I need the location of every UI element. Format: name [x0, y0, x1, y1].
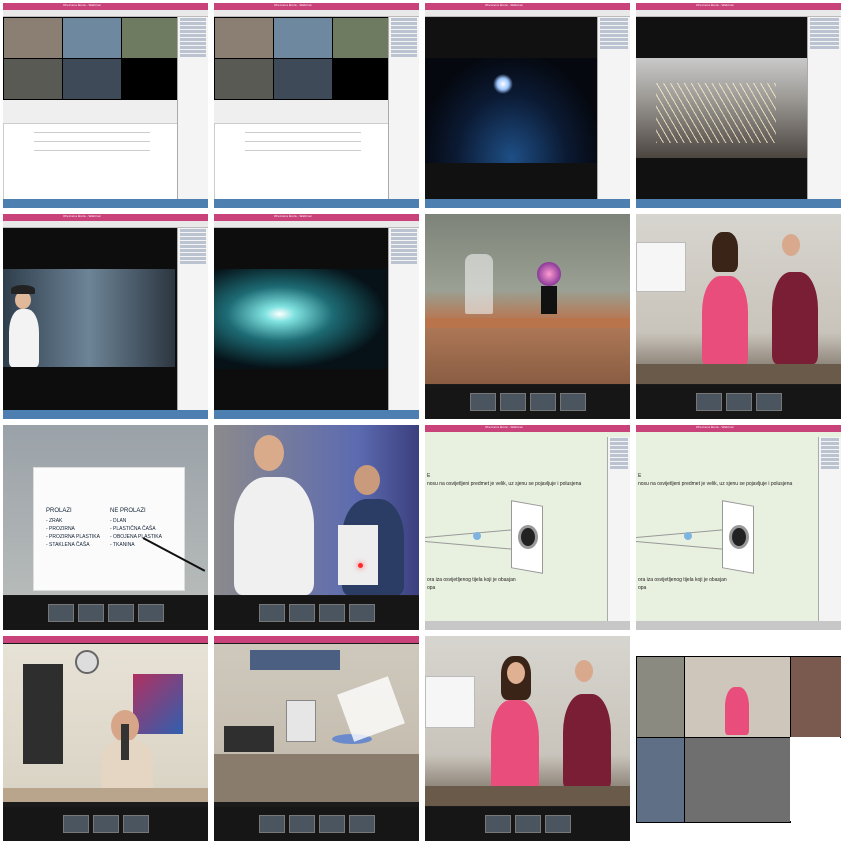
toolbar [425, 10, 630, 17]
attendee-list [388, 228, 419, 410]
title-bar [214, 636, 419, 643]
participant-thumbnails[interactable] [214, 596, 419, 630]
taskbar [214, 199, 419, 208]
camera-feed [332, 17, 392, 59]
camera-feed [273, 17, 333, 59]
title-bar: Otvorena škola - Webinar [425, 425, 630, 432]
tile-slide-shadow-1[interactable]: Otvorena škola - Webinar E nosu na osvij… [425, 425, 630, 630]
camera-feed [332, 58, 392, 100]
camera-feed [3, 58, 63, 100]
title-bar: Otvorena škola - Webinar [214, 214, 419, 221]
toolbar [214, 221, 419, 228]
tile-webinar-1[interactable]: Otvorena škola - Webinar [3, 3, 208, 208]
chat-panel [214, 123, 392, 201]
slide-corner: E [427, 473, 431, 479]
camera-view [425, 214, 630, 384]
taskbar [3, 410, 208, 419]
video-player [636, 58, 808, 158]
taskbar [3, 199, 208, 208]
camera-feed [214, 17, 274, 59]
slide-line-3: opa [427, 585, 436, 591]
tile-live-poster[interactable]: PROLAZI - ZRAK - PROZIRNA - PROZIRNA PLA… [3, 425, 208, 630]
camera-feed [273, 58, 333, 100]
participant-thumbnails[interactable] [425, 385, 630, 419]
participant-thumbnails[interactable] [214, 807, 419, 841]
camera-view [425, 636, 630, 806]
poster-sheet: PROLAZI - ZRAK - PROZIRNA - PROZIRNA PLA… [33, 467, 185, 591]
camera-view: PROLAZI - ZRAK - PROZIRNA - PROZIRNA PLA… [3, 425, 208, 595]
tile-video-rock[interactable]: Otvorena škola - Webinar [636, 3, 841, 208]
tile-webinar-2[interactable]: Otvorena škola - Webinar [214, 3, 419, 208]
tile-live-classroom[interactable] [636, 636, 841, 841]
video-player [3, 269, 175, 367]
toolbar [636, 10, 841, 17]
camera-view [214, 644, 419, 802]
tile-video-galaxy[interactable]: Otvorena škola - Webinar [214, 214, 419, 419]
attendee-list [597, 17, 630, 199]
video-player [214, 269, 387, 369]
camera-view [636, 214, 841, 384]
title-bar [3, 636, 208, 643]
attendee-list [807, 17, 841, 199]
slide-line-1: nosu na osvijetljeni predmet je velik, u… [638, 481, 793, 487]
tile-slide-shadow-2[interactable]: Otvorena škola - Webinar E nosu na osvij… [636, 425, 841, 630]
camera-feed [684, 656, 791, 738]
taskbar [425, 199, 630, 208]
attendee-list [607, 437, 630, 621]
taskbar [636, 621, 841, 630]
toolbar [3, 10, 208, 17]
video-player [425, 58, 598, 163]
title-bar: Otvorena škola - Webinar [3, 214, 208, 221]
attendee-list [177, 228, 208, 410]
title-bar: Otvorena škola - Webinar [214, 3, 419, 10]
camera-view [214, 425, 419, 595]
tile-live-girls[interactable] [636, 214, 841, 419]
slide-line-2: ora iza osvijetljenog tijela koji je oba… [638, 577, 727, 583]
slide-corner: E [638, 473, 642, 479]
taskbar [425, 621, 630, 630]
slide-line-3: opa [638, 585, 647, 591]
slide-line-2: ora iza osvijetljenog tijela koji je oba… [427, 577, 516, 583]
chat-panel [3, 123, 181, 201]
tile-live-girls-2[interactable] [425, 636, 630, 841]
tile-live-laser[interactable] [214, 425, 419, 630]
tile-live-lab[interactable] [214, 636, 419, 841]
camera-feed [790, 737, 840, 821]
title-bar: Otvorena škola - Webinar [636, 3, 841, 10]
participant-thumbnails[interactable] [425, 807, 630, 841]
tile-video-boy[interactable]: Otvorena škola - Webinar [3, 214, 208, 419]
taskbar [636, 199, 841, 208]
tile-video-earth[interactable]: Otvorena škola - Webinar [425, 3, 630, 208]
camera-feed [62, 17, 122, 59]
camera-feed [636, 737, 685, 823]
camera-view [3, 644, 208, 802]
participant-thumbnails[interactable] [3, 807, 208, 841]
poster-right-title: NE PROLAZI [110, 508, 146, 514]
attendee-list [388, 17, 419, 199]
toolbar [3, 221, 208, 228]
camera-feed [62, 58, 122, 100]
camera-feed [214, 58, 274, 100]
poster-left-title: PROLAZI [46, 508, 72, 514]
tile-live-plasma[interactable] [425, 214, 630, 419]
camera-feed [121, 58, 181, 100]
camera-feed [684, 737, 791, 823]
presentation-slide: E nosu na osvijetljeni predmet je velik,… [425, 437, 606, 619]
title-bar: Otvorena škola - Webinar [425, 3, 630, 10]
taskbar [214, 410, 419, 419]
camera-feed [636, 656, 685, 738]
title-bar: Otvorena škola - Webinar [636, 425, 841, 432]
participant-thumbnails[interactable] [636, 385, 841, 419]
title-bar: Otvorena škola - Webinar [3, 3, 208, 10]
tile-live-microscope[interactable] [3, 636, 208, 841]
camera-feed [3, 17, 63, 59]
slide-line-1: nosu na osvijetljeni predmet je velik, u… [427, 481, 582, 487]
attendee-list [818, 437, 841, 621]
camera-feed [121, 17, 181, 59]
participant-thumbnails[interactable] [3, 596, 208, 630]
attendee-list [177, 17, 208, 199]
toolbar [214, 10, 419, 17]
camera-feed [790, 656, 841, 738]
presentation-slide: E nosu na osvijetljeni predmet je velik,… [636, 437, 817, 619]
